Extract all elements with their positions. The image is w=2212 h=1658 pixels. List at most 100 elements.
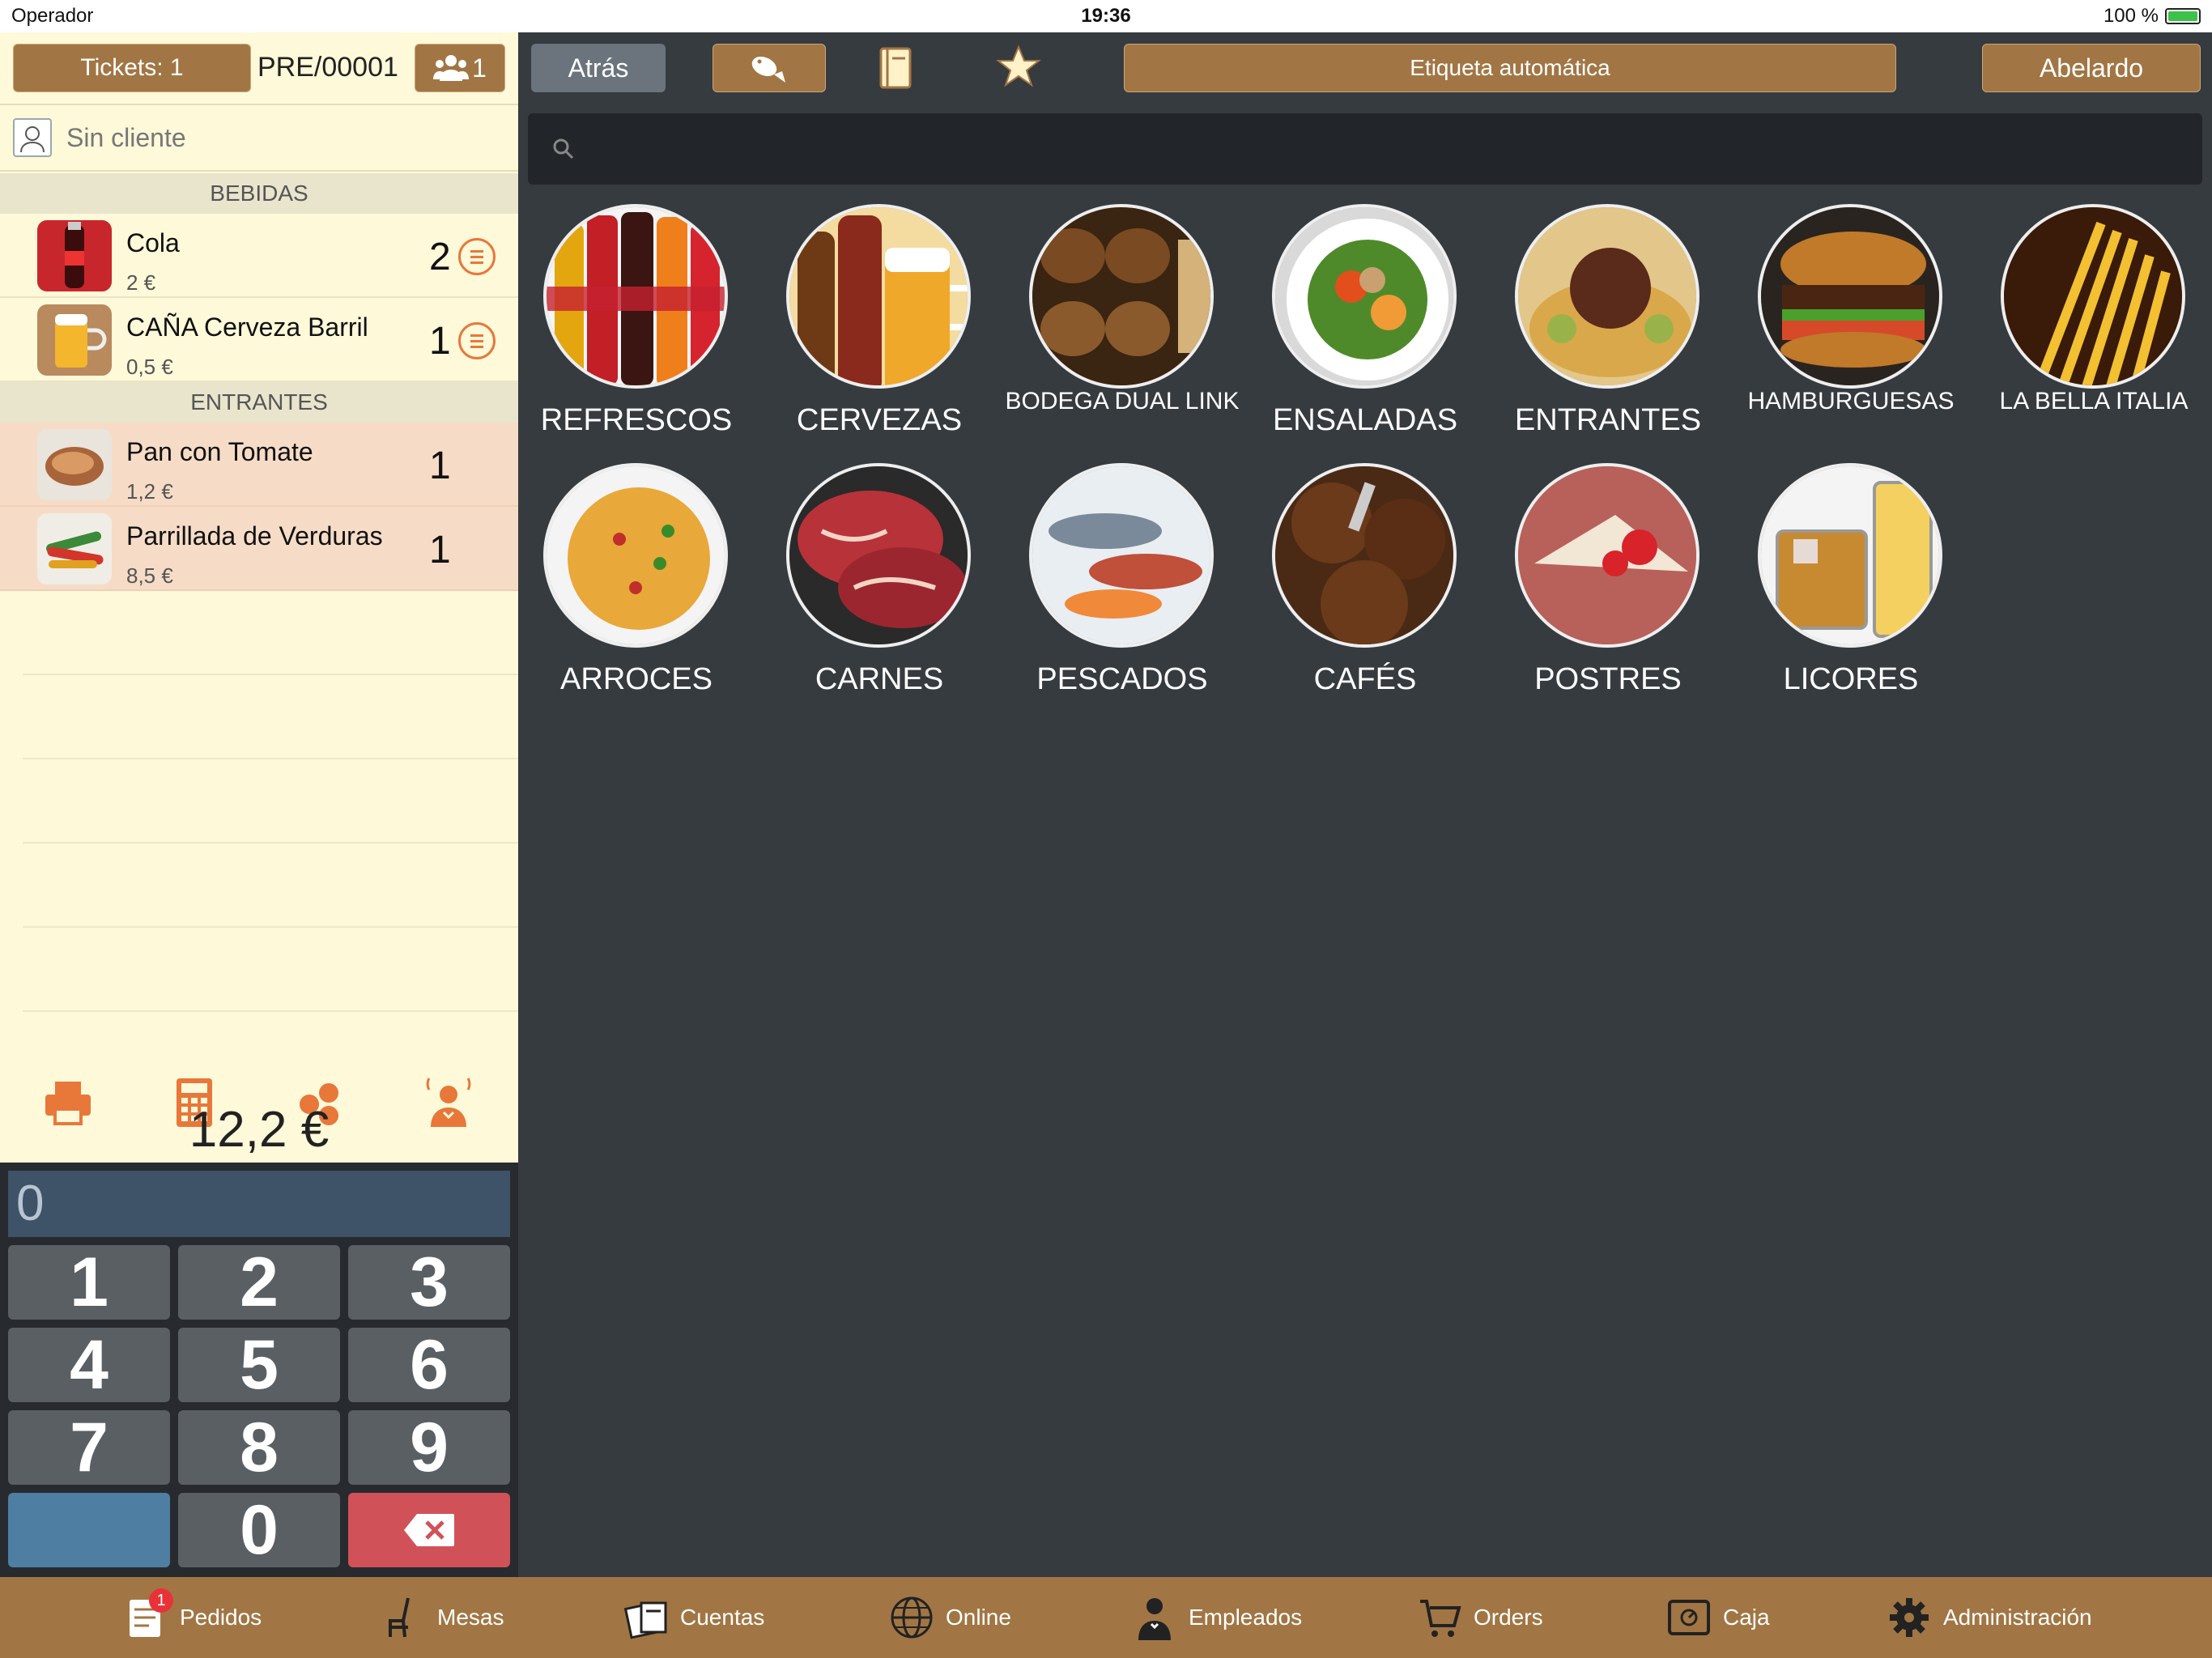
back-button[interactable]: Atrás [531,44,666,92]
hamburguesas-image [1758,204,1942,389]
pescados-image [1029,463,1214,648]
family-label: LA BELLA ITALIA [1999,388,2189,414]
item-qty: 1 [429,444,451,487]
tickets-button[interactable]: Tickets: 1 [13,44,251,92]
family-entrantes[interactable]: ENTRANTES [1487,204,1729,463]
battery-icon [2165,8,2201,24]
search-input[interactable] [593,123,2180,175]
client-selector[interactable]: Sin cliente [0,104,518,172]
family-la-bella-italia[interactable]: LA BELLA ITALIA [1972,204,2212,463]
favorites-button[interactable] [996,44,1061,92]
user-button[interactable]: Abelardo [1982,44,2201,92]
family-ensaladas[interactable]: ENSALADAS [1244,204,1487,463]
tab-empleados[interactable]: Empleados [1132,1577,1302,1658]
family-label: BODEGA DUAL LINK [1005,388,1240,414]
family-pescados[interactable]: PESCADOS [1001,463,1244,722]
key-0[interactable]: 0 [178,1491,340,1569]
la-bella-italia-image [2001,204,2185,389]
family-label: CAFÉS [1313,662,1417,696]
item-options-icon[interactable] [458,238,496,275]
notification-badge: 1 [149,1588,173,1613]
tab-label: Online [946,1605,1011,1630]
tab-label: Cuentas [680,1605,765,1630]
item-qty: 1 [429,320,451,363]
people-icon [433,55,470,81]
family-carnes[interactable]: CARNES [758,463,1001,722]
key-1[interactable]: 1 [8,1244,170,1321]
ticket-id: PRE/00001 [257,52,398,83]
avatar [13,118,52,157]
backspace-button[interactable] [348,1493,510,1567]
battery-indicator: 100 % [2104,5,2201,28]
tab-online[interactable]: Online [889,1577,1011,1658]
vegetables-image [37,513,112,585]
family-label: PESCADOS [1036,662,1208,696]
order-line-parrillada[interactable]: Parrillada de Verduras 8,5 € 1 [0,507,518,591]
key-4[interactable]: 4 [8,1326,170,1404]
fish-filter-button[interactable] [713,44,826,92]
item-qty: 1 [429,529,451,572]
key-blank[interactable] [8,1493,170,1567]
beer-image [37,304,112,376]
key-6[interactable]: 6 [348,1326,510,1404]
item-price: 2 € [126,270,156,295]
family-label: ENSALADAS [1272,403,1458,437]
guests-count: 1 [472,53,487,83]
tab-label: Orders [1474,1605,1543,1630]
family-label: POSTRES [1534,662,1682,696]
key-9[interactable]: 9 [348,1409,510,1486]
family-hamburguesas[interactable]: HAMBURGUESAS [1729,204,1972,463]
key-8[interactable]: 8 [178,1409,340,1486]
family-label: ENTRANTES [1514,403,1702,437]
family-postres[interactable]: POSTRES [1487,463,1729,722]
tab-label: Caja [1723,1605,1770,1630]
refrescos-image [543,204,728,389]
keypad-display: 0 [8,1171,510,1237]
ticket-header: Tickets: 1 PRE/00001 1 [0,32,518,101]
ticket-total: 12,2 € [189,1102,330,1158]
tab-mesas[interactable]: Mesas [381,1577,504,1658]
carnes-image [786,463,971,648]
family-label: CARNES [815,662,944,696]
family-bodega[interactable]: BODEGA DUAL LINK [1001,204,1244,463]
guests-button[interactable]: 1 [415,44,505,92]
key-2[interactable]: 2 [178,1244,340,1321]
postres-image [1515,463,1699,648]
tab-administracion[interactable]: Administración [1887,1577,2092,1658]
item-options-icon[interactable] [458,322,496,359]
family-cafes[interactable]: CAFÉS [1244,463,1487,722]
order-line-cola[interactable]: Cola 2 € 2 [0,214,518,298]
notebook-button[interactable] [874,45,931,94]
key-3[interactable]: 3 [348,1244,510,1321]
item-price: 0,5 € [126,355,173,379]
item-name: Parrillada de Verduras [126,521,383,551]
bottom-tab-bar: 1 Pedidos Mesas Cuentas Online Empleados… [0,1577,2212,1658]
tab-cuentas[interactable]: Cuentas [623,1577,764,1658]
tab-label: Empleados [1189,1605,1303,1630]
cart-icon [1417,1595,1462,1640]
family-cervezas[interactable]: CERVEZAS [758,204,1001,463]
key-5[interactable]: 5 [178,1326,340,1404]
empty-row-divider [23,1010,518,1012]
accounts-icon [623,1595,669,1640]
status-bar: Operador 19:36 100 % [0,0,2212,32]
licores-image [1758,463,1942,648]
cola-image [37,220,112,291]
tab-orders[interactable]: Orders [1417,1577,1543,1658]
key-7[interactable]: 7 [8,1409,170,1486]
tab-label: Administración [1943,1605,2092,1630]
search-icon [553,138,574,159]
tab-label: Mesas [437,1605,504,1630]
family-licores[interactable]: LICORES [1729,463,1972,722]
family-label: REFRESCOS [540,403,733,437]
item-qty: 2 [429,236,451,278]
family-arroces[interactable]: ARROCES [515,463,758,722]
gear-icon [1887,1595,1932,1640]
auto-label-button[interactable]: Etiqueta automática [1124,44,1896,92]
tab-pedidos[interactable]: 1 Pedidos [123,1577,262,1658]
order-line-cana[interactable]: CAÑA Cerveza Barril 0,5 € 1 [0,298,518,382]
clock: 19:36 [1081,5,1131,27]
family-refrescos[interactable]: REFRESCOS [515,204,758,463]
order-line-pan-con-tomate[interactable]: Pan con Tomate 1,2 € 1 [0,423,518,507]
tab-caja[interactable]: Caja [1666,1577,1770,1658]
